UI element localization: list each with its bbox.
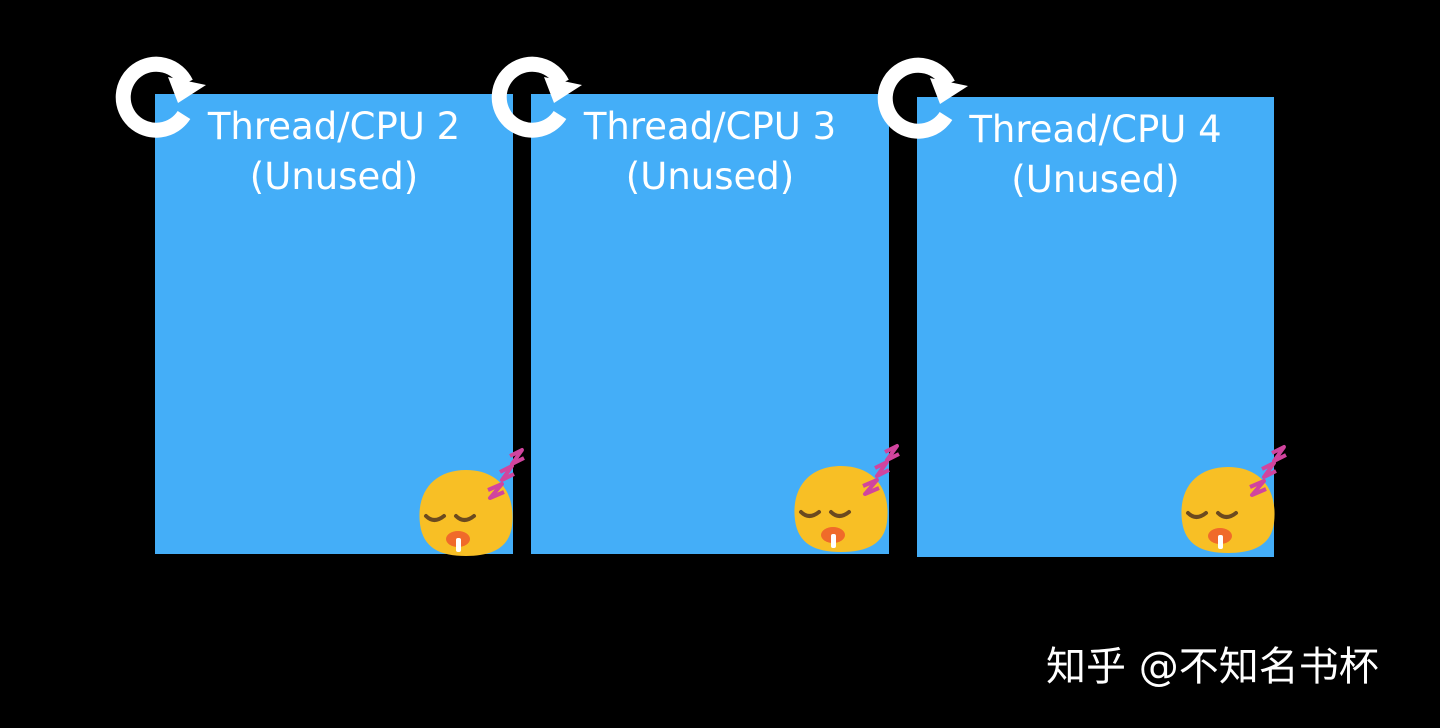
refresh-loop-icon xyxy=(877,57,968,139)
panel-title-line2: (Unused) xyxy=(625,155,795,198)
panel-title-line1: Thread/CPU 2 xyxy=(207,105,461,148)
watermark: 知乎 @不知名书杯 xyxy=(1046,644,1379,690)
panel-title-line1: Thread/CPU 4 xyxy=(969,108,1222,151)
panel-title-line2: (Unused) xyxy=(1011,158,1180,201)
sleeping-face-icon xyxy=(794,444,900,552)
sleeping-face-icon xyxy=(419,448,525,556)
panel-title-line1: Thread/CPU 3 xyxy=(583,105,837,148)
sleeping-face-icon xyxy=(1181,445,1287,553)
panel-title-line2: (Unused) xyxy=(249,155,419,198)
refresh-loop-icon xyxy=(491,56,582,138)
refresh-loop-icon xyxy=(115,56,206,138)
